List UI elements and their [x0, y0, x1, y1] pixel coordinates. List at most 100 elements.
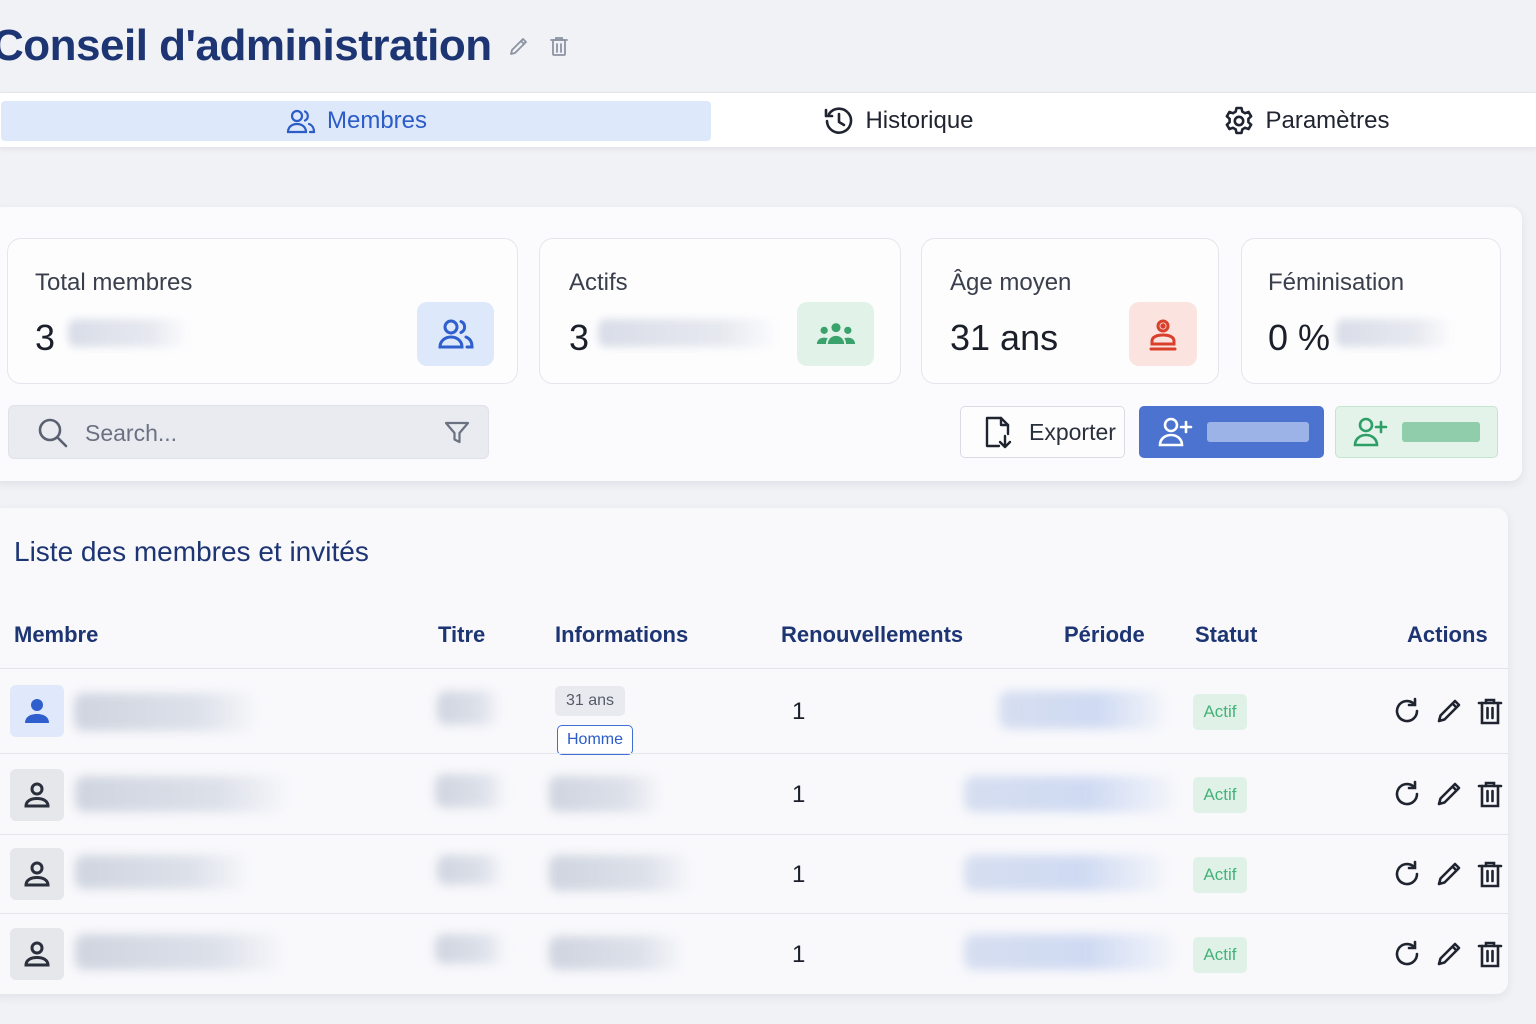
page-title: Conseil d'administration [0, 21, 492, 70]
stat-label: Total membres [35, 269, 193, 296]
pencil-icon[interactable] [1434, 939, 1464, 969]
renewals-count: 1 [792, 781, 806, 808]
redacted-period [964, 934, 1174, 970]
gear-icon [1223, 105, 1255, 137]
stat-card-age: Âge moyen 31 ans [921, 238, 1219, 384]
column-header-renouvellements[interactable]: Renouvellements [781, 622, 963, 648]
stat-label: Féminisation [1268, 269, 1405, 296]
renewals-count: 1 [792, 861, 806, 888]
users-icon [285, 105, 317, 137]
user-plus-icon [1157, 414, 1193, 450]
user-plus-icon [1352, 414, 1388, 450]
renew-icon[interactable] [1392, 696, 1422, 726]
column-header-periode[interactable]: Période [1064, 622, 1145, 648]
age-tag: 31 ans [555, 686, 626, 716]
trash-icon[interactable] [546, 33, 572, 59]
tab-label: Historique [865, 107, 974, 134]
search-box [8, 405, 489, 459]
person-icon [10, 928, 64, 980]
stat-value: 3 [569, 317, 590, 358]
pencil-icon[interactable] [1434, 696, 1464, 726]
tab-label: Paramètres [1265, 107, 1390, 134]
stat-value: 31 ans [950, 317, 1059, 358]
tab-bar: Membres Historique Paramètres [0, 92, 1536, 148]
search-icon [37, 417, 69, 449]
filter-icon[interactable] [443, 419, 471, 447]
tab-parametres[interactable]: Paramètres [1120, 101, 1493, 141]
add-member-button[interactable] [1139, 406, 1324, 458]
redacted-name [75, 934, 280, 970]
redacted-name [74, 693, 254, 731]
trash-icon[interactable] [1475, 779, 1505, 809]
column-header-titre[interactable]: Titre [438, 622, 485, 648]
stats-panel: Total membres 3 Actifs 3 Âge moyen 31 an… [0, 207, 1522, 481]
redacted-info [549, 776, 659, 812]
status-badge: Actif [1193, 937, 1247, 973]
renewals-count: 1 [792, 941, 806, 968]
history-icon [823, 105, 855, 137]
redacted-name [75, 855, 245, 889]
redacted-text [1336, 319, 1452, 347]
stat-label: Âge moyen [950, 269, 1072, 296]
pencil-icon[interactable] [1434, 779, 1464, 809]
trash-icon[interactable] [1475, 696, 1505, 726]
redacted-name [75, 776, 285, 812]
renewals-count: 1 [792, 698, 806, 725]
column-header-informations[interactable]: Informations [555, 622, 688, 648]
pencil-icon[interactable] [1434, 859, 1464, 889]
export-label: Exporter [1029, 418, 1116, 445]
redacted-title [437, 691, 499, 725]
stat-value: 0 % [1268, 317, 1331, 358]
search-input[interactable] [85, 416, 425, 450]
redacted-title [435, 934, 505, 964]
pencil-icon[interactable] [506, 33, 532, 59]
renew-icon[interactable] [1392, 939, 1422, 969]
table-row[interactable]: 1 Actif [0, 914, 1508, 994]
tab-label: Membres [326, 107, 428, 134]
redacted-period [964, 776, 1174, 812]
stat-value: 3 [35, 317, 56, 358]
renew-icon[interactable] [1392, 859, 1422, 889]
add-guest-button[interactable] [1335, 406, 1498, 458]
trash-icon[interactable] [1475, 939, 1505, 969]
redacted-info [549, 936, 681, 970]
renew-icon[interactable] [1392, 779, 1422, 809]
stat-label: Actifs [569, 269, 628, 296]
column-header-statut[interactable]: Statut [1195, 622, 1257, 648]
redacted-title [435, 774, 505, 808]
stat-card-total: Total membres 3 [7, 238, 518, 384]
person-icon [10, 685, 64, 737]
redacted-text [68, 319, 188, 347]
list-title: Liste des membres et invités [14, 536, 369, 567]
members-list-panel: Liste des membres et invités Membre Titr… [0, 508, 1508, 994]
trash-icon[interactable] [1475, 859, 1505, 889]
redacted-title [437, 855, 503, 885]
tab-historique[interactable]: Historique [712, 101, 1085, 141]
table-row[interactable]: 1 Actif [0, 754, 1508, 835]
person-icon [10, 769, 64, 821]
redacted-period [964, 855, 1164, 891]
redacted-label [1402, 422, 1480, 442]
table-row[interactable]: 1 Actif [0, 835, 1508, 914]
column-header-membre[interactable]: Membre [14, 622, 98, 648]
page-header: Conseil d'administration [0, 14, 572, 78]
redacted-text [598, 319, 778, 347]
stat-card-feminisation: Féminisation 0 % [1241, 238, 1501, 384]
export-button[interactable]: Exporter [960, 406, 1125, 458]
tab-membres[interactable]: Membres [1, 101, 711, 141]
redacted-info [549, 855, 689, 891]
status-badge: Actif [1193, 777, 1247, 813]
users-icon [417, 302, 494, 366]
status-badge: Actif [1193, 857, 1247, 893]
person-badge-icon [1129, 302, 1197, 366]
redacted-label [1207, 422, 1309, 442]
group-icon [797, 302, 874, 366]
person-icon [10, 848, 64, 900]
table-row[interactable]: 31 ans Homme 1 Actif [0, 669, 1508, 755]
gender-tag: Homme [557, 725, 634, 755]
status-badge: Actif [1193, 694, 1247, 730]
file-download-icon [979, 414, 1015, 450]
redacted-period [999, 691, 1164, 729]
stat-card-actifs: Actifs 3 [539, 238, 901, 384]
column-header-actions: Actions [1407, 622, 1488, 647]
